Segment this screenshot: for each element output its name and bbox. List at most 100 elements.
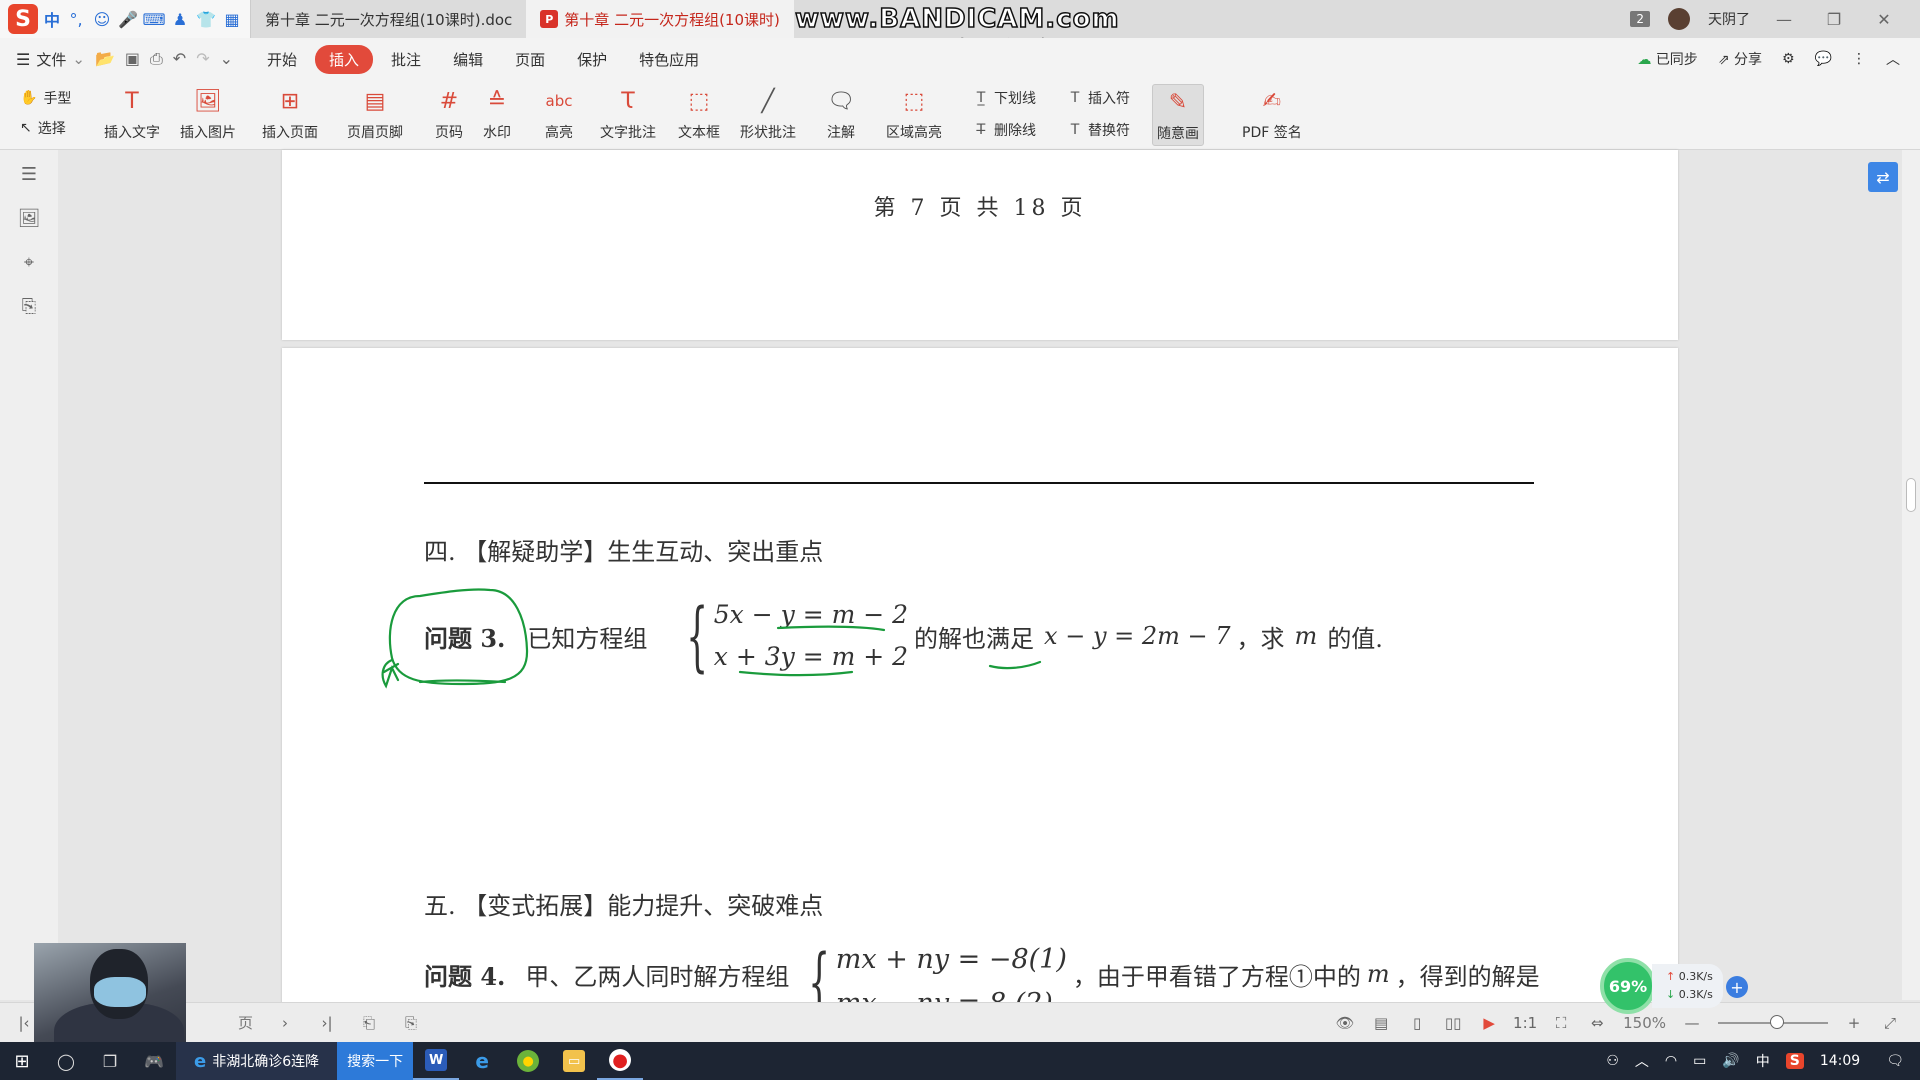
- avatar[interactable]: [1668, 8, 1690, 30]
- open-icon[interactable]: 📂: [95, 49, 115, 69]
- user-name[interactable]: 天阴了: [1708, 9, 1750, 29]
- sogou-logo-icon[interactable]: S: [8, 4, 38, 34]
- taskbar-app-360[interactable]: ●: [505, 1042, 551, 1080]
- search-button[interactable]: 搜索一下: [337, 1042, 414, 1080]
- skin-icon[interactable]: 👕: [196, 9, 216, 29]
- input-language[interactable]: 中: [1756, 1051, 1770, 1071]
- shape-comment-button[interactable]: ╱ 形状批注: [740, 86, 796, 142]
- print-icon[interactable]: ⎙: [150, 49, 163, 69]
- forward-icon[interactable]: ⎘: [401, 1013, 421, 1033]
- two-page-icon[interactable]: ▯▯: [1443, 1013, 1463, 1033]
- window-count-badge[interactable]: 2: [1630, 11, 1650, 27]
- tray-expand-icon[interactable]: ︿: [1635, 1051, 1649, 1071]
- volume-icon[interactable]: 🔊: [1722, 1053, 1739, 1069]
- emoji-icon[interactable]: ☺: [92, 9, 112, 29]
- gamepad-icon[interactable]: 🎮: [132, 1052, 176, 1071]
- save-icon[interactable]: ▣: [125, 49, 140, 69]
- underline-button[interactable]: T̲ 下划线: [972, 88, 1036, 108]
- header-footer-button[interactable]: ▤ 页眉页脚: [347, 86, 403, 142]
- insert-page-button[interactable]: ⊞ 插入页面: [262, 86, 318, 142]
- grid-menu-icon[interactable]: ▦: [222, 9, 242, 29]
- next-page-icon[interactable]: ›: [275, 1013, 295, 1033]
- menu-protect[interactable]: 保护: [563, 45, 621, 74]
- scroll-thumb[interactable]: [1906, 478, 1916, 512]
- menu-features[interactable]: 特色应用: [625, 45, 713, 74]
- share-button[interactable]: ⇗ 分享: [1718, 49, 1762, 69]
- minimize-icon[interactable]: —: [1768, 10, 1800, 29]
- microphone-icon[interactable]: 🎤: [118, 9, 138, 29]
- taskbar-app-word[interactable]: W: [413, 1042, 460, 1080]
- menu-comment[interactable]: 批注: [377, 45, 435, 74]
- close-icon[interactable]: ✕: [1868, 10, 1900, 29]
- menu-edit[interactable]: 编辑: [439, 45, 497, 74]
- attachments-icon[interactable]: ⎘: [15, 296, 43, 324]
- area-highlight-button[interactable]: ⬚ 区域高亮: [886, 86, 942, 142]
- menu-page[interactable]: 页面: [501, 45, 559, 74]
- fit-width-icon[interactable]: ⇔: [1587, 1013, 1607, 1033]
- ime-mode[interactable]: 中: [44, 7, 60, 31]
- zoom-slider[interactable]: [1718, 1014, 1828, 1029]
- textbox-button[interactable]: ⬚ 文本框: [678, 86, 720, 142]
- play-icon[interactable]: ▶: [1479, 1013, 1499, 1033]
- feedback-icon[interactable]: 💬: [1815, 51, 1832, 67]
- file-menu[interactable]: 文件: [36, 49, 66, 70]
- replace-mark-button[interactable]: T 替换符: [1066, 120, 1130, 140]
- insert-text-button[interactable]: T 插入文字: [104, 86, 160, 142]
- back-icon[interactable]: ⎗: [359, 1013, 379, 1033]
- select-tool[interactable]: ↖ 选择: [20, 118, 66, 138]
- user-icon[interactable]: ♟: [170, 9, 190, 29]
- sync-status[interactable]: ☁ 已同步: [1637, 49, 1697, 69]
- watermark-button[interactable]: ≙ 水印: [482, 86, 512, 142]
- redo-icon[interactable]: ↷: [196, 49, 209, 69]
- hamburger-icon[interactable]: ☰: [16, 50, 30, 69]
- menu-home[interactable]: 开始: [253, 45, 311, 74]
- restore-icon[interactable]: ❐: [1818, 10, 1850, 29]
- actual-size-icon[interactable]: 1:1: [1513, 1013, 1537, 1033]
- page-number-button[interactable]: # 页码: [434, 86, 464, 142]
- continuous-view-icon[interactable]: ▤: [1371, 1013, 1391, 1033]
- wifi-icon[interactable]: ◠: [1665, 1053, 1677, 1069]
- bookmark-icon[interactable]: ⌖: [15, 252, 43, 280]
- strikethrough-button[interactable]: T̶ 删除线: [972, 120, 1036, 140]
- windows-start-icon[interactable]: ⊞: [0, 1051, 44, 1072]
- network-speed-widget[interactable]: 69% ↑ 0.3K/s ↓ 0.3K/s +: [1600, 958, 1762, 1014]
- freehand-button[interactable]: ✎ 随意画: [1152, 84, 1204, 146]
- customize-icon[interactable]: ⌄: [220, 49, 233, 69]
- undo-icon[interactable]: ↶: [173, 49, 186, 69]
- text-comment-button[interactable]: Ꚍ 文字批注: [600, 86, 656, 142]
- people-icon[interactable]: ⚇: [1606, 1053, 1619, 1069]
- fit-page-icon[interactable]: ⛶: [1551, 1013, 1571, 1033]
- keyboard-icon[interactable]: ⌨: [142, 9, 165, 29]
- last-page-icon[interactable]: ›|: [317, 1013, 337, 1033]
- first-page-icon[interactable]: |‹: [14, 1013, 34, 1033]
- taskbar-app-edge[interactable]: e: [459, 1042, 505, 1080]
- single-page-icon[interactable]: ▯: [1407, 1013, 1427, 1033]
- insert-image-button[interactable]: 🖼 插入图片: [180, 86, 236, 142]
- eye-protection-icon[interactable]: 👁: [1335, 1013, 1355, 1033]
- clock[interactable]: 14:09: [1820, 1053, 1860, 1069]
- battery-icon[interactable]: ▭: [1693, 1053, 1706, 1069]
- fullscreen-icon[interactable]: ⤢: [1880, 1013, 1900, 1033]
- zoom-in-icon[interactable]: +: [1844, 1013, 1864, 1033]
- sogou-tray-icon[interactable]: S: [1785, 1053, 1804, 1069]
- taskbar-app-explorer[interactable]: ▭: [551, 1042, 597, 1080]
- speed-boost-icon[interactable]: +: [1726, 976, 1748, 998]
- zoom-slider-knob[interactable]: [1770, 1014, 1784, 1029]
- news-widget[interactable]: e 非湖北确诊6连降: [176, 1042, 338, 1080]
- taskbar-app-recorder[interactable]: ●: [597, 1042, 644, 1080]
- zoom-level[interactable]: 150%: [1623, 1014, 1666, 1032]
- vertical-scrollbar[interactable]: [1902, 150, 1920, 1000]
- collapse-ribbon-icon[interactable]: ︿: [1886, 49, 1900, 69]
- thumbnails-icon[interactable]: 🖼: [15, 208, 43, 236]
- settings-icon[interactable]: ⚙: [1782, 51, 1795, 67]
- notification-icon[interactable]: 🗨: [1886, 1053, 1904, 1069]
- annotation-button[interactable]: 🗨 注解: [826, 86, 856, 142]
- punctuation-icon[interactable]: °,: [66, 9, 86, 29]
- cortana-icon[interactable]: ◯: [44, 1052, 88, 1071]
- tab-pdf[interactable]: P 第十章 二元一次方程组(10课时): [526, 0, 794, 38]
- insert-mark-button[interactable]: T 插入符: [1066, 88, 1130, 108]
- more-icon[interactable]: ⋮: [1852, 51, 1866, 67]
- outline-icon[interactable]: ☰: [15, 164, 43, 192]
- zoom-out-icon[interactable]: —: [1682, 1013, 1702, 1033]
- tab-doc[interactable]: 第十章 二元一次方程组(10课时).doc: [251, 0, 526, 38]
